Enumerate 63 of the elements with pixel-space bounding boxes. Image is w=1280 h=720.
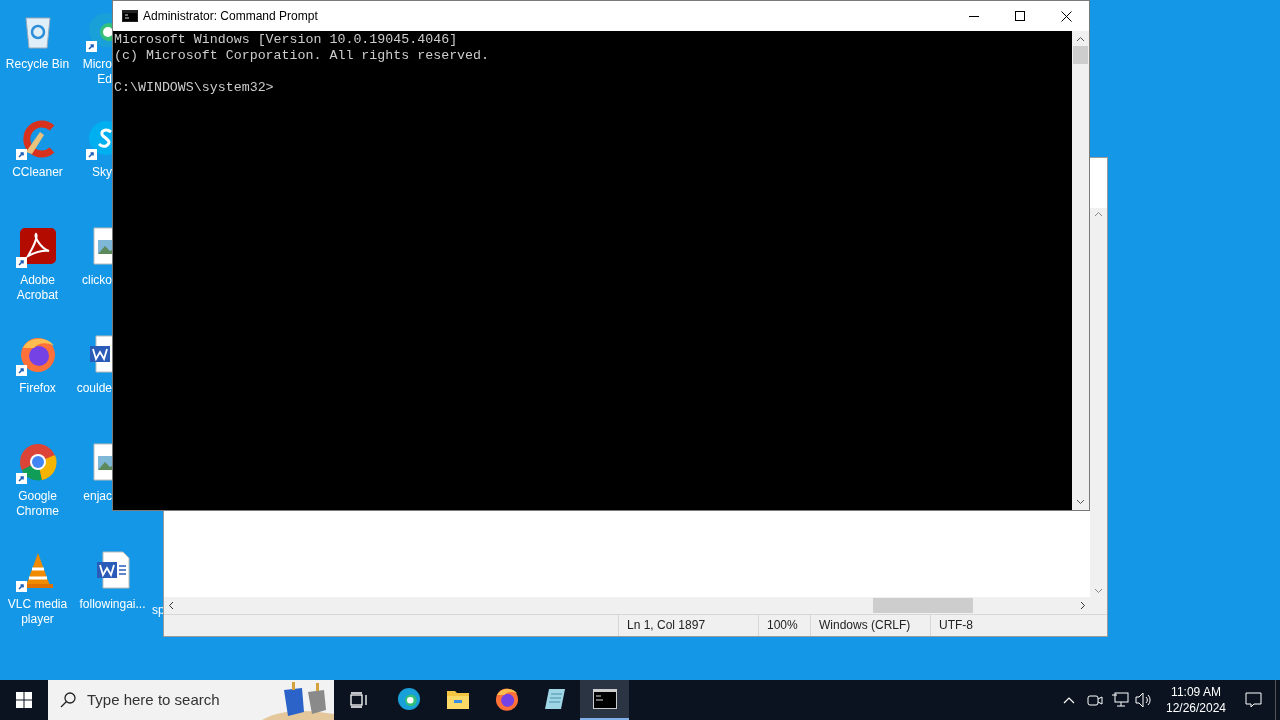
desktop-icon-label: Google Chrome bbox=[15, 489, 60, 519]
scrollbar-thumb[interactable] bbox=[1073, 46, 1088, 64]
windows-logo-icon bbox=[16, 692, 32, 708]
scroll-up-icon[interactable] bbox=[1094, 211, 1103, 217]
scroll-left-icon[interactable] bbox=[168, 601, 174, 610]
notification-icon bbox=[1244, 692, 1262, 708]
volume-icon[interactable] bbox=[1135, 692, 1153, 708]
status-bar-field: Windows (CRLF) bbox=[810, 615, 930, 636]
camera-icon[interactable] bbox=[1087, 692, 1103, 708]
status-bar-field: UTF-8 bbox=[930, 615, 1027, 636]
maximize-icon bbox=[1015, 11, 1025, 21]
chrome-icon[interactable] bbox=[17, 442, 58, 482]
clock[interactable]: 11:09 AM 12/26/2024 bbox=[1161, 680, 1231, 720]
desktop-icon-label: Sky bbox=[92, 165, 112, 180]
desktop-icon-label: Ed bbox=[97, 72, 112, 87]
console-output-line: Microsoft Windows [Version 10.0.19045.4046] bbox=[113, 32, 458, 48]
desktop-icon-label: Firefox bbox=[18, 381, 57, 396]
shortcut-arrow-icon bbox=[15, 257, 27, 268]
scroll-down-icon[interactable] bbox=[1094, 588, 1103, 594]
horizontal-scrollbar[interactable] bbox=[164, 597, 1090, 614]
folder-icon bbox=[445, 688, 470, 710]
console-prompt: C:\WINDOWS\system32> bbox=[113, 80, 274, 96]
shortcut-arrow-icon bbox=[15, 581, 27, 592]
vertical-scrollbar[interactable] bbox=[1090, 208, 1107, 597]
desktop-icon-label: Recycle Bin bbox=[4, 57, 71, 72]
scrollbar-thumb[interactable] bbox=[873, 598, 973, 613]
vertical-scrollbar[interactable] bbox=[1072, 31, 1089, 510]
window-title: Administrator: Command Prompt bbox=[143, 8, 318, 25]
console-icon bbox=[592, 689, 617, 709]
search-icon bbox=[60, 692, 76, 708]
console-area[interactable]: Microsoft Windows [Version 10.0.19045.4046] (c) Microsoft Corporation. All rights reserved. C:\WINDOWS\system32> bbox=[113, 31, 1072, 510]
desktop-icon-label: coulde bbox=[76, 381, 112, 396]
acrobat-icon[interactable] bbox=[17, 226, 58, 266]
desktop-icon-label: VLC media player bbox=[6, 597, 69, 627]
shortcut-arrow-icon bbox=[15, 149, 27, 160]
desktop-icon-label: clicko bbox=[82, 273, 112, 288]
shortcut-arrow-icon bbox=[86, 41, 97, 52]
skype-icon[interactable] bbox=[86, 118, 112, 158]
desktop-icon-label: enjac bbox=[83, 489, 112, 504]
desktop-icon-label: Micro bbox=[82, 57, 112, 72]
shortcut-arrow-icon bbox=[15, 365, 27, 376]
shortcut-arrow-icon bbox=[15, 473, 27, 484]
search-field[interactable]: Type here to search bbox=[87, 688, 257, 712]
network-icon[interactable] bbox=[1111, 692, 1129, 708]
shortcut-arrow-icon bbox=[86, 149, 97, 160]
status-bar-field: 100% bbox=[758, 615, 810, 636]
console-output-line: (c) Microsoft Corporation. All rights reserved. bbox=[113, 48, 490, 64]
firefox-icon bbox=[493, 686, 520, 712]
console-icon bbox=[122, 10, 138, 22]
desktop-icon-label: followingai... bbox=[79, 597, 146, 612]
minimize-icon bbox=[969, 15, 979, 17]
desktop-icon-label: Adobe Acrobat bbox=[15, 273, 60, 303]
search-bar[interactable]: Type here to search bbox=[48, 680, 334, 720]
task-view-icon bbox=[350, 692, 368, 708]
desktop-icon-label: CCleaner bbox=[11, 165, 64, 180]
scroll-up-icon[interactable] bbox=[1076, 36, 1085, 42]
scroll-right-icon[interactable] bbox=[1080, 601, 1086, 610]
scroll-down-icon[interactable] bbox=[1076, 499, 1085, 505]
edge-icon bbox=[395, 686, 422, 712]
chevron-up-icon[interactable] bbox=[1063, 696, 1075, 704]
status-bar-field: Ln 1, Col 1897 bbox=[618, 615, 758, 636]
taskbar-app-button[interactable] bbox=[580, 680, 629, 720]
close-icon bbox=[1060, 10, 1072, 22]
